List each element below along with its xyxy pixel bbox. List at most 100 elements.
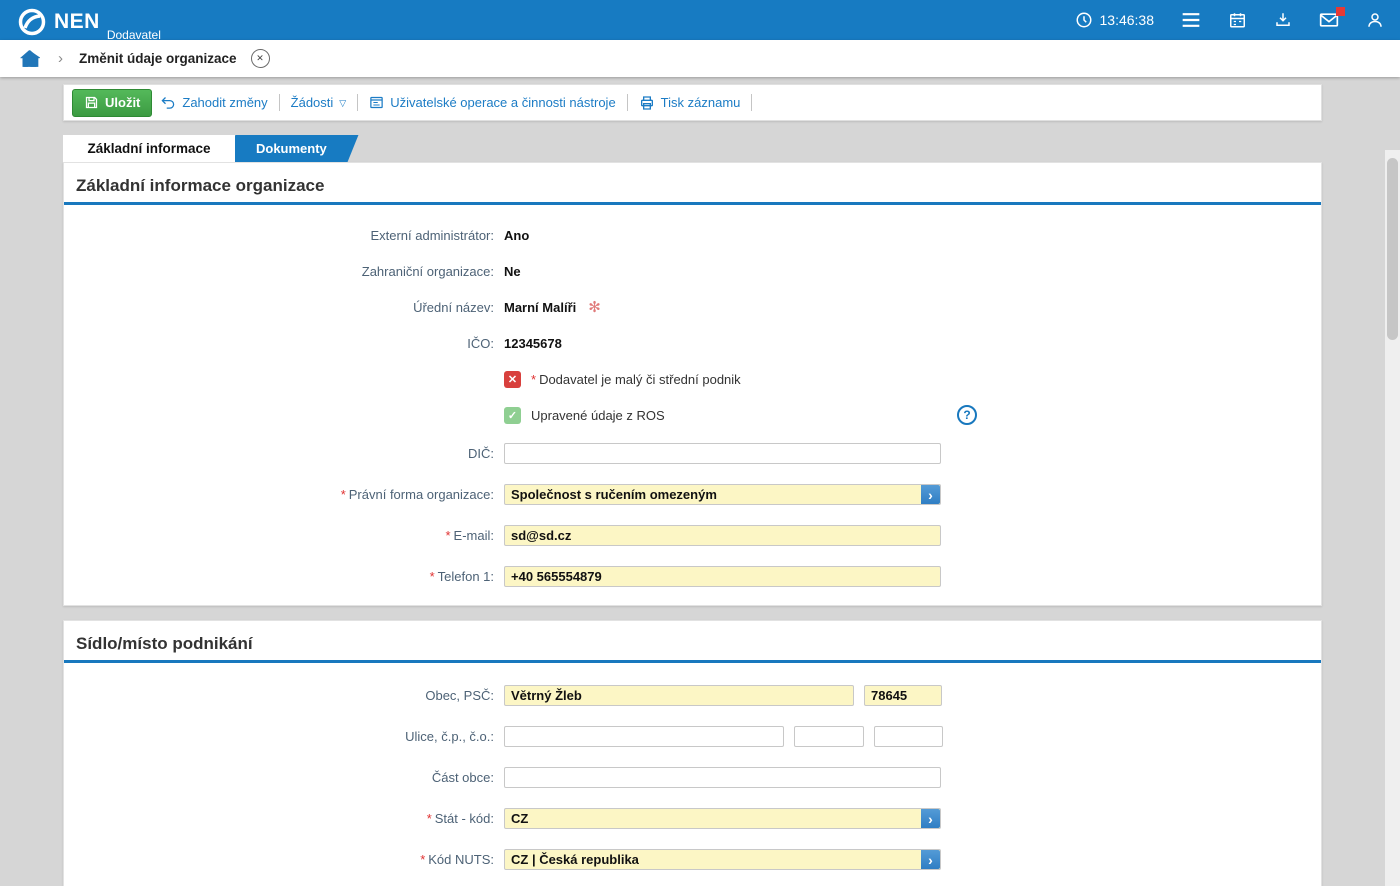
- help-icon[interactable]: ?: [957, 405, 977, 425]
- email-input[interactable]: [504, 525, 941, 546]
- field-row-country: *Stát - kód: ›: [64, 798, 1321, 839]
- scrollbar-thumb[interactable]: [1387, 158, 1398, 340]
- tab-dokumenty[interactable]: Dokumenty: [225, 135, 359, 162]
- field-label-text: Kód NUTS:: [428, 852, 494, 867]
- flower-icon: ✻: [588, 298, 601, 316]
- field-value-cell: Marní Malíři ✻: [504, 298, 601, 316]
- user-icon[interactable]: [1366, 11, 1384, 29]
- save-label: Uložit: [105, 95, 140, 110]
- orientation-number-input[interactable]: [874, 726, 943, 747]
- field-label: *Telefon 1:: [64, 569, 504, 584]
- field-row-district: Část obce:: [64, 757, 1321, 798]
- street-input[interactable]: [504, 726, 784, 747]
- checkbox-unchecked-icon[interactable]: ✕: [504, 371, 521, 388]
- save-icon: [84, 95, 99, 110]
- tab-bar: Základní informace Dokumenty: [63, 135, 1322, 162]
- field-label: *Právní forma organizace:: [64, 487, 504, 502]
- field-row-sme-checkbox: ✕ *Dodavatel je malý či střední podnik: [64, 361, 1321, 397]
- field-label: Část obce:: [64, 770, 504, 785]
- field-row-street: Ulice, č.p., č.o.:: [64, 716, 1321, 757]
- requests-label: Žádosti: [291, 95, 334, 110]
- discard-changes-button[interactable]: Zahodit změny: [160, 95, 267, 110]
- select-chevron-glyph: ›: [928, 852, 933, 868]
- print-label: Tisk záznamu: [661, 95, 741, 110]
- operations-icon: [369, 95, 384, 110]
- field-label: Úřední název:: [64, 300, 504, 315]
- required-asterisk: *: [430, 569, 435, 584]
- check-glyph: ✓: [508, 409, 517, 422]
- field-label: *Stát - kód:: [64, 811, 504, 826]
- print-record-button[interactable]: Tisk záznamu: [639, 95, 741, 111]
- field-value-cell: ✓ Upravené údaje z ROS: [504, 407, 665, 424]
- home-icon[interactable]: [20, 49, 40, 68]
- printer-icon: [639, 95, 655, 111]
- mail-icon[interactable]: [1319, 12, 1339, 28]
- mail-badge: [1336, 7, 1345, 16]
- dic-input[interactable]: [504, 443, 941, 464]
- chevron-right-icon[interactable]: ›: [921, 809, 940, 828]
- main-content: Uložit Zahodit změny Žádosti ▽ Uživatels…: [0, 77, 1400, 886]
- field-value-cell: ›: [504, 808, 941, 829]
- breadcrumb: › Změnit údaje organizace ✕: [0, 40, 1400, 77]
- legal-form-input[interactable]: [504, 484, 941, 505]
- field-label: Zahraniční organizace:: [64, 264, 504, 279]
- chevron-right-icon[interactable]: ›: [921, 850, 940, 869]
- menu-icon[interactable]: [1181, 12, 1201, 28]
- chevron-right-icon[interactable]: ›: [921, 485, 940, 504]
- field-value-cell: Ano: [504, 228, 529, 243]
- field-value: Ano: [504, 228, 529, 243]
- requests-dropdown[interactable]: Žádosti ▽: [291, 95, 347, 110]
- field-row-legal-form: *Právní forma organizace: ›: [64, 474, 1321, 515]
- user-operations-button[interactable]: Uživatelské operace a činnosti nástroje: [369, 95, 615, 110]
- field-row-phone1: *Telefon 1:: [64, 556, 1321, 597]
- top-header: NEN Dodavatel 13:46:38: [0, 0, 1400, 40]
- calendar-icon[interactable]: [1228, 11, 1247, 29]
- field-row-official-name: Úřední název: Marní Malíři ✻: [64, 289, 1321, 325]
- district-input[interactable]: [504, 767, 941, 788]
- zip-input[interactable]: [864, 685, 942, 706]
- phone1-input[interactable]: [504, 566, 941, 587]
- field-row-email: *E-mail:: [64, 515, 1321, 556]
- select-chevron-glyph: ›: [928, 487, 933, 503]
- required-asterisk: *: [341, 487, 346, 502]
- field-label-text: Telefon 1:: [438, 569, 494, 584]
- field-label: Obec, PSČ:: [64, 688, 504, 703]
- section-title: Základní informace organizace: [64, 163, 1321, 205]
- country-input[interactable]: [504, 808, 941, 829]
- field-value-cell: ›: [504, 484, 941, 505]
- required-asterisk: *: [531, 372, 536, 387]
- brand: NEN Dodavatel: [18, 8, 161, 32]
- city-input[interactable]: [504, 685, 854, 706]
- checkbox-label: *Dodavatel je malý či střední podnik: [531, 372, 741, 387]
- required-asterisk: *: [427, 811, 432, 826]
- nen-logo-icon[interactable]: [18, 8, 46, 36]
- close-record-icon[interactable]: ✕: [251, 49, 270, 68]
- checkbox-label: Upravené údaje z ROS: [531, 408, 665, 423]
- field-row-ros-checkbox: ✓ Upravené údaje z ROS ?: [64, 397, 1321, 433]
- field-label: DIČ:: [64, 446, 504, 461]
- vertical-scrollbar[interactable]: [1385, 150, 1400, 886]
- field-value-cell: ✕ *Dodavatel je malý či střední podnik: [504, 371, 741, 388]
- field-row-ico: IČO: 12345678: [64, 325, 1321, 361]
- field-label-text: Stát - kód:: [435, 811, 494, 826]
- field-value: 12345678: [504, 336, 562, 351]
- field-row-dic: DIČ:: [64, 433, 1321, 474]
- download-icon[interactable]: [1274, 11, 1292, 29]
- save-button[interactable]: Uložit: [72, 89, 152, 117]
- tab-zakladni-informace[interactable]: Základní informace: [63, 135, 235, 162]
- field-label: Ulice, č.p., č.o.:: [64, 729, 504, 744]
- field-value-cell: [504, 767, 941, 788]
- field-value-cell: 12345678: [504, 336, 562, 351]
- tab-label: Dokumenty: [256, 141, 327, 156]
- field-label: IČO:: [64, 336, 504, 351]
- house-number-input[interactable]: [794, 726, 864, 747]
- checkbox-checked-icon[interactable]: ✓: [504, 407, 521, 424]
- undo-icon: [160, 95, 176, 110]
- section-address: Sídlo/místo podnikání Obec, PSČ: Ulice, …: [63, 620, 1322, 886]
- basic-info-form: Externí administrátor: Ano Zahraniční or…: [64, 205, 1321, 605]
- toolbar-separator: [357, 94, 358, 111]
- dropdown-caret-icon: ▽: [339, 98, 346, 109]
- nuts-input[interactable]: [504, 849, 941, 870]
- toolbar-separator: [279, 94, 280, 111]
- current-time: 13:46:38: [1100, 12, 1155, 28]
